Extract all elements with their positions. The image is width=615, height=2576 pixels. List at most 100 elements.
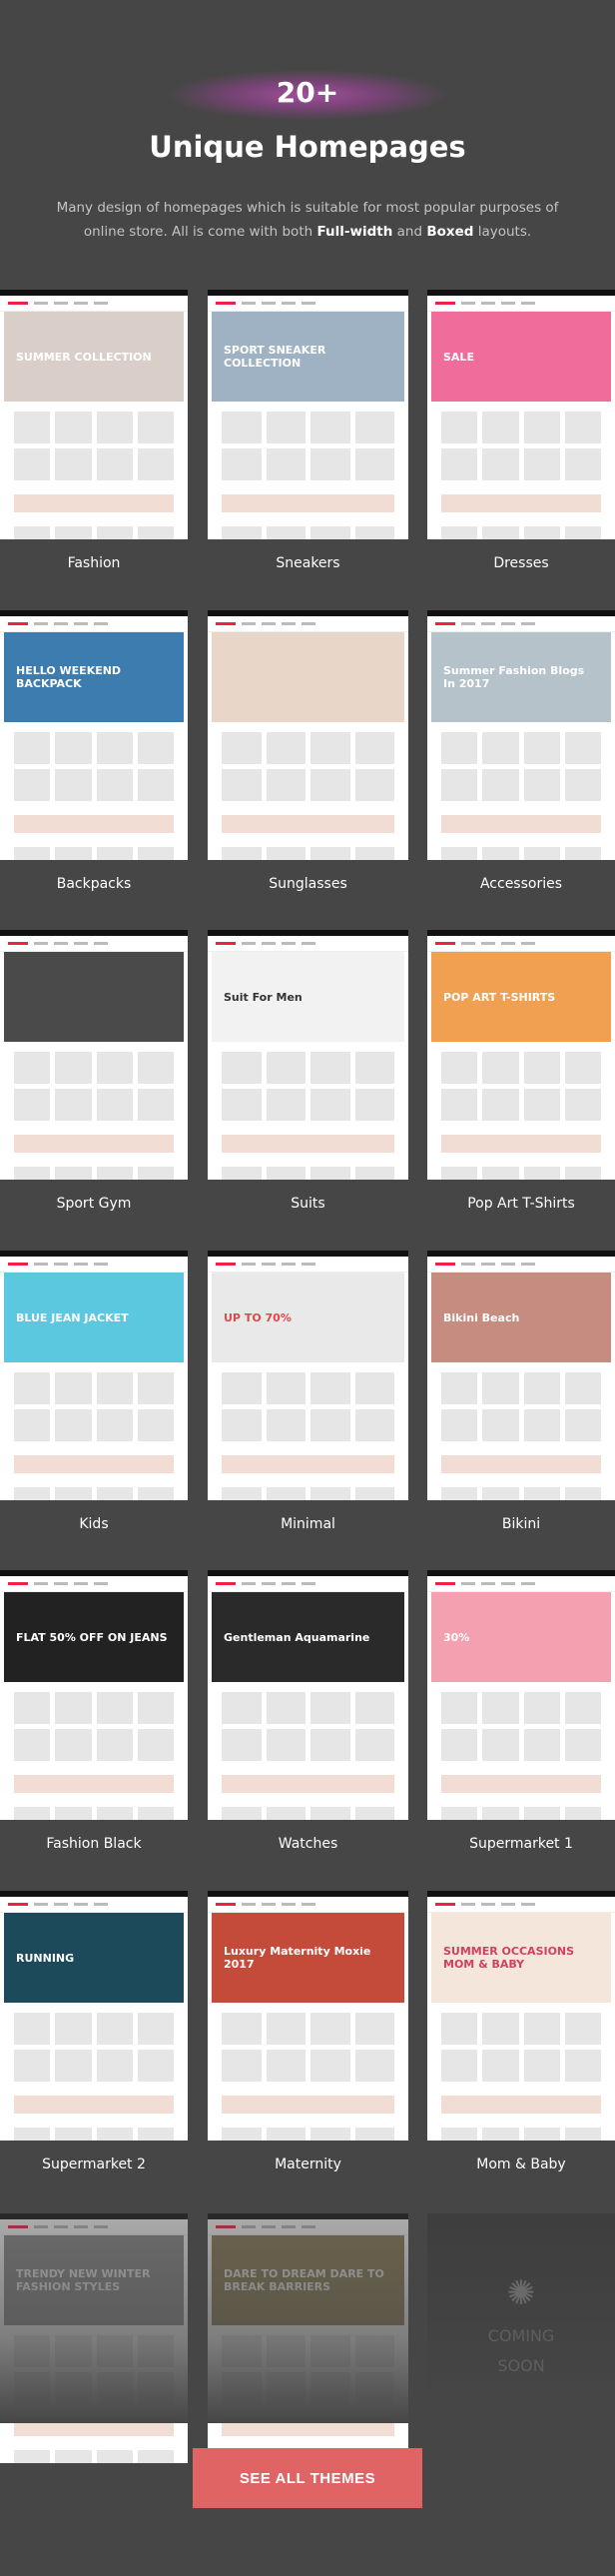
theme-label[interactable]: Supermarket 2 <box>0 2156 188 2172</box>
theme-thumbnail[interactable]: Bikini Beach <box>427 1251 615 1500</box>
theme-label[interactable]: Dresses <box>427 555 615 571</box>
theme-thumbnail[interactable]: SUMMER OCCASIONS MOM & BABY <box>427 1891 615 2141</box>
thumb-banner <box>441 815 601 833</box>
thumb-products <box>0 2118 188 2141</box>
thumb-products <box>0 2003 188 2092</box>
thumb-products <box>208 402 408 490</box>
theme-thumbnail[interactable]: SUMMER COLLECTION <box>0 290 188 539</box>
thumb-products <box>427 1362 615 1451</box>
thumb-nav <box>208 1257 408 1273</box>
theme-thumbnail[interactable]: BLUE JEAN JACKET <box>0 1251 188 1500</box>
thumb-products <box>427 516 615 539</box>
theme-thumbnail[interactable]: SALE <box>427 290 615 539</box>
theme-thumbnail[interactable]: Summer Fashion Blogs In 2017 <box>427 610 615 860</box>
theme-thumbnail[interactable]: Gentleman Aquamarine <box>208 1570 408 1820</box>
theme-label[interactable]: Sneakers <box>208 555 408 571</box>
theme-thumbnail[interactable]: HELLO WEEKEND BACKPACK <box>0 610 188 860</box>
thumb-banner <box>222 1135 394 1153</box>
thumb-hero-text: 30% <box>443 1630 470 1644</box>
theme-label[interactable]: Minimal <box>208 1516 408 1532</box>
thumb-nav <box>208 1897 408 1913</box>
theme-thumbnail[interactable]: SPORT SNEAKER COLLECTION <box>208 290 408 539</box>
thumb-hero-text: BLUE JEAN JACKET <box>16 1310 129 1324</box>
theme-thumbnail[interactable]: Suit For Men <box>208 930 408 1180</box>
thumb-nav <box>0 296 188 312</box>
thumb-products <box>0 1797 188 1820</box>
thumb-hero: RUNNING <box>4 1913 184 2003</box>
theme-thumbnail[interactable]: 30% <box>427 1570 615 1820</box>
thumb-hero: Gentleman Aquamarine <box>212 1592 404 1682</box>
thumb-banner <box>222 1775 394 1793</box>
thumb-banner <box>14 815 174 833</box>
theme-thumbnail[interactable]: UP TO 70% <box>208 1251 408 1500</box>
thumb-hero: SPORT SNEAKER COLLECTION <box>212 312 404 402</box>
thumb-hero: Luxury Maternity Moxie 2017 <box>212 1913 404 2003</box>
theme-label[interactable]: Pop Art T-Shirts <box>427 1196 615 1212</box>
theme-label[interactable]: Bikini <box>427 1516 615 1532</box>
thumb-products <box>0 516 188 539</box>
thumb-nav <box>208 296 408 312</box>
theme-thumbnail[interactable] <box>208 610 408 860</box>
theme-label[interactable]: Backpacks <box>0 876 188 892</box>
description: Many design of homepages which is suitab… <box>40 196 575 244</box>
thumb-hero-text: Bikini Beach <box>443 1310 520 1324</box>
coming-soon-card: ✺ COMING SOON <box>427 2213 615 2403</box>
thumb-products <box>427 402 615 490</box>
thumb-products <box>427 1157 615 1180</box>
thumb-products <box>427 1682 615 1771</box>
thumb-products <box>427 1042 615 1131</box>
theme-thumbnail[interactable]: POP ART T-SHIRTS <box>427 930 615 1180</box>
thumb-banner <box>14 494 174 512</box>
thumb-products <box>427 722 615 811</box>
thumb-products <box>0 1362 188 1451</box>
theme-thumbnail[interactable] <box>0 930 188 1180</box>
thumb-nav <box>427 616 615 632</box>
thumb-nav <box>0 936 188 952</box>
thumb-nav <box>0 616 188 632</box>
theme-label[interactable]: Kids <box>0 1516 188 1532</box>
thumb-banner <box>14 1775 174 1793</box>
thumb-products <box>208 722 408 811</box>
thumb-products <box>208 1682 408 1771</box>
theme-label[interactable]: Suits <box>208 1196 408 1212</box>
thumb-banner <box>441 1775 601 1793</box>
coming-soon-text: COMING SOON <box>487 2326 555 2375</box>
theme-thumbnail[interactable]: FLAT 50% OFF ON JEANS <box>0 1570 188 1820</box>
thumb-hero-text: SUMMER COLLECTION <box>16 350 152 364</box>
thumb-products <box>0 2440 188 2463</box>
thumb-hero: POP ART T-SHIRTS <box>431 952 611 1042</box>
thumb-banner <box>441 2096 601 2114</box>
thumb-hero-text: SALE <box>443 350 474 364</box>
desc-text: and <box>392 224 427 240</box>
theme-label[interactable]: Fashion Black <box>0 1836 188 1852</box>
see-all-themes-button[interactable]: SEE ALL THEMES <box>193 2448 422 2508</box>
theme-label[interactable]: Maternity <box>208 2156 408 2172</box>
theme-thumbnail[interactable]: RUNNING <box>0 1891 188 2141</box>
thumb-products <box>427 2118 615 2141</box>
thumb-hero-text: RUNNING <box>16 1951 75 1965</box>
theme-label[interactable]: Sunglasses <box>208 876 408 892</box>
theme-label[interactable]: Supermarket 1 <box>427 1836 615 1852</box>
theme-label[interactable]: Fashion <box>0 555 188 571</box>
thumb-hero: SUMMER COLLECTION <box>4 312 184 402</box>
thumb-hero <box>212 632 404 722</box>
theme-label[interactable]: Mom & Baby <box>427 2156 615 2172</box>
theme-label[interactable]: Watches <box>208 1836 408 1852</box>
thumb-hero <box>4 952 184 1042</box>
thumb-hero-text: Gentleman Aquamarine <box>224 1630 370 1644</box>
theme-label[interactable]: Sport Gym <box>0 1196 188 1212</box>
thumb-hero-text: UP TO 70% <box>224 1310 292 1324</box>
page-title: Unique Homepages <box>149 130 466 164</box>
thumb-banner <box>222 815 394 833</box>
thumb-nav <box>208 616 408 632</box>
theme-thumbnail[interactable]: Luxury Maternity Moxie 2017 <box>208 1891 408 2141</box>
thumb-hero: 30% <box>431 1592 611 1682</box>
thumb-products <box>208 1042 408 1131</box>
spinner-icon: ✺ <box>506 2273 536 2313</box>
thumb-products <box>208 1362 408 1451</box>
theme-label[interactable]: Accessories <box>427 876 615 892</box>
thumb-hero-text: SPORT SNEAKER COLLECTION <box>224 344 326 370</box>
thumb-banner <box>222 2096 394 2114</box>
thumb-products <box>208 2003 408 2092</box>
thumb-banner <box>441 1135 601 1153</box>
